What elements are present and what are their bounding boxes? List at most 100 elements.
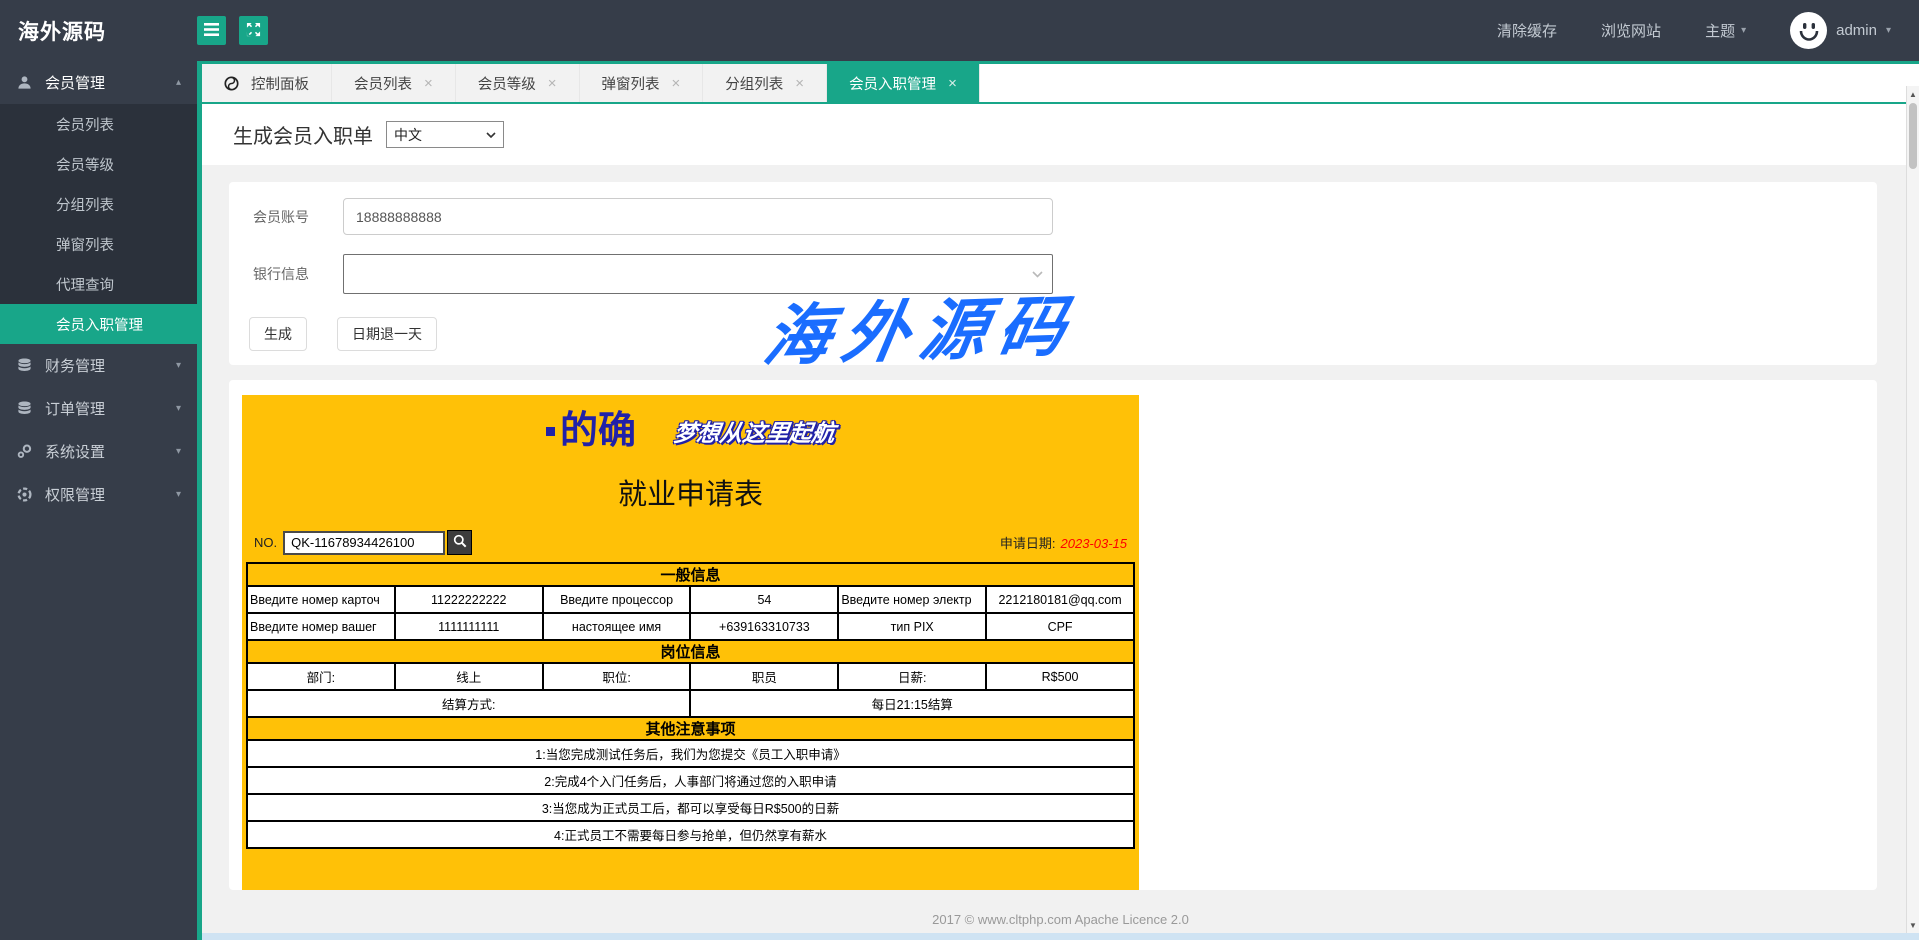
avatar [1790,12,1827,49]
application-title: 就业申请表 [242,471,1139,513]
sidebar-item-label: 财务管理 [45,355,105,376]
sidebar-item-order-management[interactable]: 订单管理 ▾ [0,387,197,430]
sidebar-item-agent-query[interactable]: 代理查询 [0,264,197,304]
tab-bar: 控制面板 会员列表 × 会员等级 × 弹窗列表 × 分组列表 × 会员入职管理 … [202,61,1919,104]
cell-salary-label: 日薪: [838,663,986,690]
scroll-down-icon[interactable]: ▼ [1907,918,1919,932]
sidebar-item-permission-management[interactable]: 权限管理 ▾ [0,473,197,516]
fullscreen-button[interactable] [239,16,268,45]
browse-site-link[interactable]: 浏览网站 [1601,20,1661,41]
application-date: 申请日期:2023-03-15 [1000,533,1127,552]
table-row: 部门: 线上 职位: 职员 日薪: R$500 [247,663,1134,690]
chevron-down-icon: ▾ [176,403,181,414]
user-icon [16,75,32,91]
search-button[interactable] [447,530,472,555]
sub-item-label: 分组列表 [56,194,114,215]
hamburger-icon [204,23,219,39]
dashboard-icon [224,76,239,91]
chevron-down-icon: ▾ [176,446,181,457]
brand-bullet-icon [546,427,555,436]
application-table: 一般信息 Введите номер карточ 11222222222 Вв… [246,562,1135,849]
language-select[interactable]: 中文 [386,121,504,148]
tab-member-level[interactable]: 会员等级 × [456,64,580,102]
cell-real-name-label: настоящее имя [543,613,691,640]
note-2: 2:完成4个入门任务后，人事部门将通过您的入职申请 [247,767,1134,794]
close-icon[interactable]: × [548,75,557,92]
sidebar-toggle-button[interactable] [197,16,226,45]
sidebar-item-label: 系统设置 [45,441,105,462]
table-row: Введите номер карточ 11222222222 Введите… [247,586,1134,613]
cell-your-number-label: Введите номер вашег [247,613,395,640]
tab-member-list[interactable]: 会员列表 × [332,64,456,102]
chevron-down-icon: ▾ [1886,25,1891,36]
database-icon [16,401,32,417]
sidebar-item-finance-management[interactable]: 财务管理 ▾ [0,344,197,387]
close-icon[interactable]: × [672,75,681,92]
topbar: 海外源码 清除缓存 浏览网站 主题 ▾ admin ▾ [0,0,1919,61]
note-4: 4:正式员工不需要每日参与抢单，但仍然享有薪水 [247,821,1134,848]
sidebar-item-label: 会员管理 [45,72,105,93]
sidebar-item-label: 权限管理 [45,484,105,505]
cell-pix-type-value: CPF [986,613,1134,640]
section-title: 岗位信息 [247,640,1134,663]
bank-select[interactable] [343,254,1053,294]
tab-dashboard[interactable]: 控制面板 [202,64,332,102]
account-label: 会员账号 [249,207,309,227]
section-header-general: 一般信息 [247,563,1134,586]
page-header: 生成会员入职单 中文 [202,104,1919,165]
cell-department-value: 线上 [395,663,543,690]
sidebar-item-group-list[interactable]: 分组列表 [0,184,197,224]
sidebar-item-label: 订单管理 [45,398,105,419]
sub-item-label: 代理查询 [56,274,114,295]
no-label: NO. [254,535,277,550]
cell-salary-value: R$500 [986,663,1134,690]
chevron-down-icon [486,132,496,138]
username: admin [1836,22,1877,39]
section-title: 一般信息 [247,563,1134,586]
brand-slogan: 梦想从这里起航 [672,414,838,448]
application-no-row: NO. 申请日期:2023-03-15 [242,530,1139,555]
vertical-scrollbar[interactable]: ▲ ▼ [1906,86,1919,933]
theme-menu[interactable]: 主题 ▾ [1705,20,1746,41]
table-row: 结算方式: 每日21:15结算 [247,690,1134,717]
cell-settlement-label: 结算方式: [247,690,690,717]
application-no-input[interactable] [283,531,445,555]
horizontal-scrollbar[interactable] [202,933,1919,940]
chevron-down-icon [1032,271,1043,278]
section-title: 其他注意事项 [247,717,1134,740]
scrollbar-thumb[interactable] [1909,103,1917,169]
chevron-down-icon: ▾ [1741,25,1746,36]
close-icon[interactable]: × [795,75,804,92]
clear-cache-link[interactable]: 清除缓存 [1497,20,1557,41]
table-row: 2:完成4个入门任务后，人事部门将通过您的入职申请 [247,767,1134,794]
sidebar-item-system-settings[interactable]: 系统设置 ▾ [0,430,197,473]
cell-email-value: 2212180181@qq.com [986,586,1134,613]
sidebar-item-member-management[interactable]: 会员管理 ▴ [0,61,197,104]
account-row: 会员账号 [229,198,1877,235]
user-menu[interactable]: admin ▾ [1790,12,1891,49]
generate-button[interactable]: 生成 [249,317,307,351]
brand-wrap: 的确 [546,412,636,450]
date-back-one-day-button[interactable]: 日期退一天 [337,317,437,351]
sidebar-item-member-level[interactable]: 会员等级 [0,144,197,184]
tab-member-onboarding[interactable]: 会员入职管理 × [827,64,980,102]
cell-department-label: 部门: [247,663,395,690]
sidebar-item-popup-list[interactable]: 弹窗列表 [0,224,197,264]
tab-popup-list[interactable]: 弹窗列表 × [580,64,704,102]
sidebar-item-member-onboarding[interactable]: 会员入职管理 [0,304,197,344]
sub-item-label: 弹窗列表 [56,234,114,255]
sidebar-item-member-list[interactable]: 会员列表 [0,104,197,144]
table-row: 4:正式员工不需要每日参与抢单，但仍然享有薪水 [247,821,1134,848]
close-icon[interactable]: × [948,75,957,92]
gears-icon [16,444,32,460]
topbar-right: 清除缓存 浏览网站 主题 ▾ admin ▾ [1497,12,1919,49]
account-input[interactable] [343,198,1053,235]
scroll-up-icon[interactable]: ▲ [1907,87,1919,101]
note-1: 1:当您完成测试任务后，我们为您提交《员工入职申请》 [247,740,1134,767]
tab-label: 会员等级 [478,73,536,94]
close-icon[interactable]: × [424,75,433,92]
tab-group-list[interactable]: 分组列表 × [703,64,827,102]
tab-label: 分组列表 [725,73,783,94]
cell-card-number-value: 11222222222 [395,586,543,613]
search-icon [453,534,467,551]
